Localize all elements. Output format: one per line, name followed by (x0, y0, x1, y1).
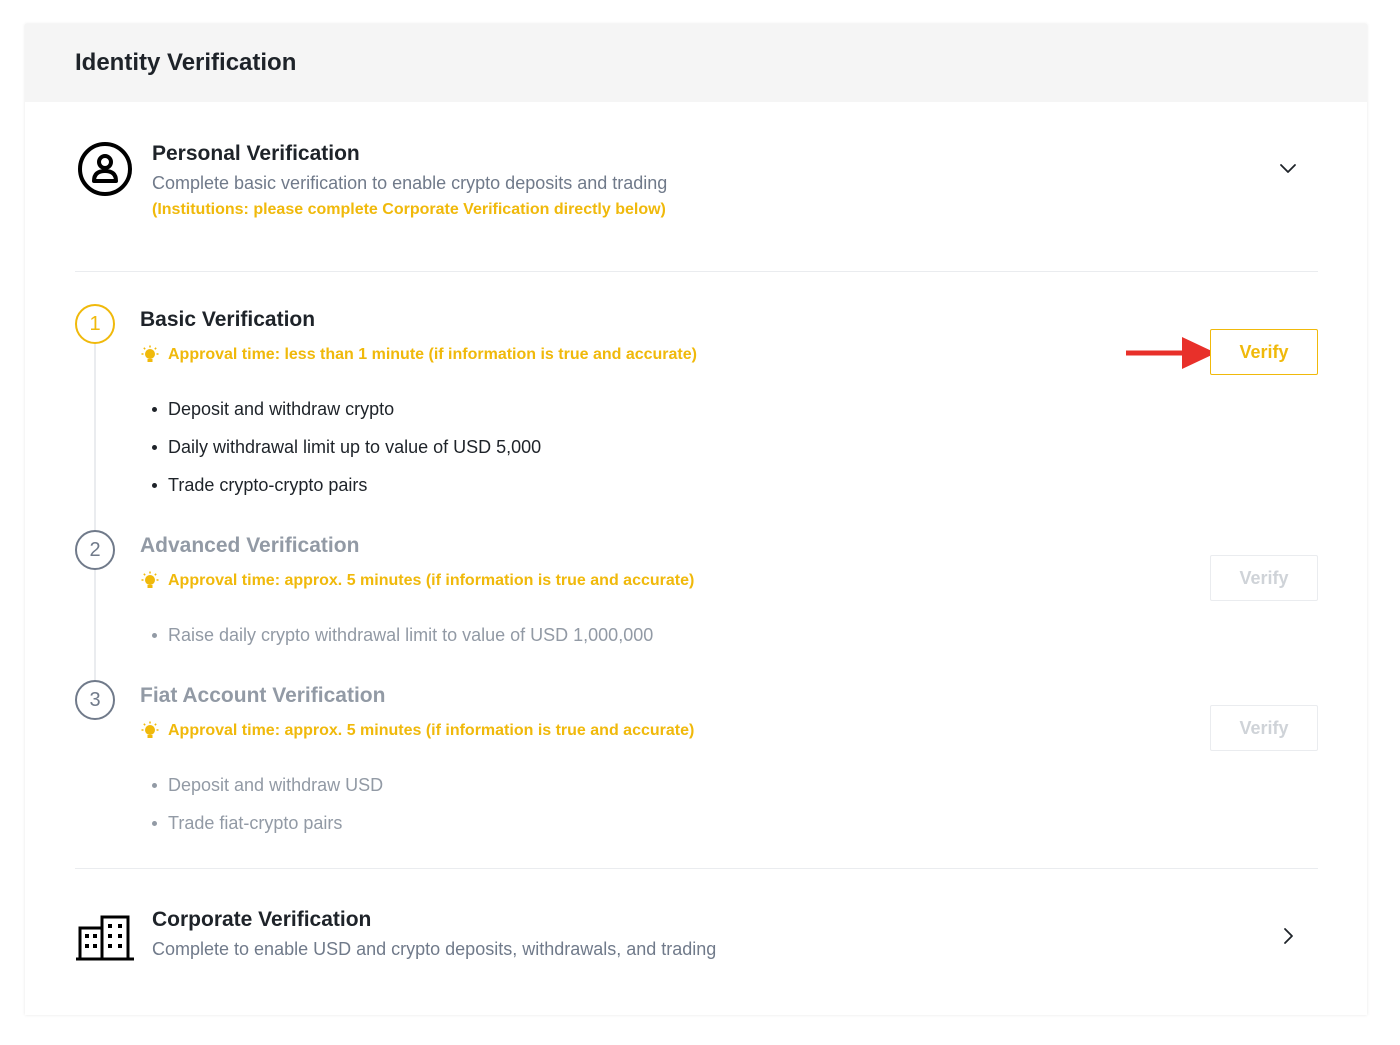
personal-verification-section[interactable]: Personal Verification Complete basic ver… (75, 140, 1318, 273)
lightbulb-icon (141, 571, 159, 588)
verification-steps: 1 Basic Verification Approval time: less… (75, 304, 1318, 864)
list-item: Trade fiat-crypto pairs (152, 804, 383, 842)
step-title: Fiat Account Verification (140, 684, 386, 707)
list-item: Trade crypto-crypto pairs (152, 466, 541, 504)
verify-fiat-button[interactable]: Verify (1210, 705, 1318, 751)
step-benefits-list: Raise daily crypto withdrawal limit to v… (152, 616, 653, 654)
corporate-verification-title: Corporate Verification (152, 908, 372, 931)
step-title: Basic Verification (140, 308, 316, 331)
step-benefits-list: Deposit and withdraw USD Trade fiat-cryp… (152, 766, 383, 842)
step-benefits-list: Deposit and withdraw crypto Daily withdr… (152, 390, 541, 504)
list-item: Deposit and withdraw crypto (152, 390, 541, 428)
step-number-badge: 2 (75, 530, 115, 570)
divider (75, 271, 1318, 272)
approval-time: Approval time: approx. 5 minutes (if inf… (140, 570, 694, 592)
personal-verification-subtitle: Complete basic verification to enable cr… (152, 173, 668, 193)
approval-time-text: Approval time: less than 1 minute (if in… (168, 346, 697, 363)
lightbulb-icon (141, 345, 159, 362)
divider (75, 868, 1318, 869)
chevron-down-icon[interactable] (1277, 157, 1299, 179)
approval-time: Approval time: less than 1 minute (if in… (140, 344, 697, 366)
list-item: Raise daily crypto withdrawal limit to v… (152, 616, 653, 654)
chevron-right-icon[interactable] (1277, 925, 1299, 947)
annotation-arrow-icon (1126, 337, 1216, 369)
verify-advanced-button[interactable]: Verify (1210, 555, 1318, 601)
card-header: Identity Verification (25, 24, 1367, 102)
timeline-line (94, 342, 96, 695)
user-circle-icon (78, 142, 132, 196)
page-title: Identity Verification (75, 49, 297, 76)
corporate-verification-subtitle: Complete to enable USD and crypto deposi… (152, 939, 717, 959)
step-number-badge: 1 (75, 304, 115, 344)
step-title: Advanced Verification (140, 534, 360, 557)
building-icon (76, 915, 134, 961)
verify-basic-button[interactable]: Verify (1210, 329, 1318, 375)
institutions-note: (Institutions: please complete Corporate… (152, 201, 666, 218)
approval-time: Approval time: approx. 5 minutes (if inf… (140, 720, 694, 742)
step-number-badge: 3 (75, 680, 115, 720)
list-item: Daily withdrawal limit up to value of US… (152, 428, 541, 466)
corporate-verification-section[interactable]: Corporate Verification Complete to enabl… (75, 906, 1318, 986)
lightbulb-icon (141, 721, 159, 738)
identity-verification-card: Identity Verification Personal Verificat… (25, 24, 1367, 1015)
approval-time-text: Approval time: approx. 5 minutes (if inf… (168, 572, 695, 589)
approval-time-text: Approval time: approx. 5 minutes (if inf… (168, 722, 695, 739)
list-item: Deposit and withdraw USD (152, 766, 383, 804)
personal-verification-title: Personal Verification (152, 142, 360, 165)
